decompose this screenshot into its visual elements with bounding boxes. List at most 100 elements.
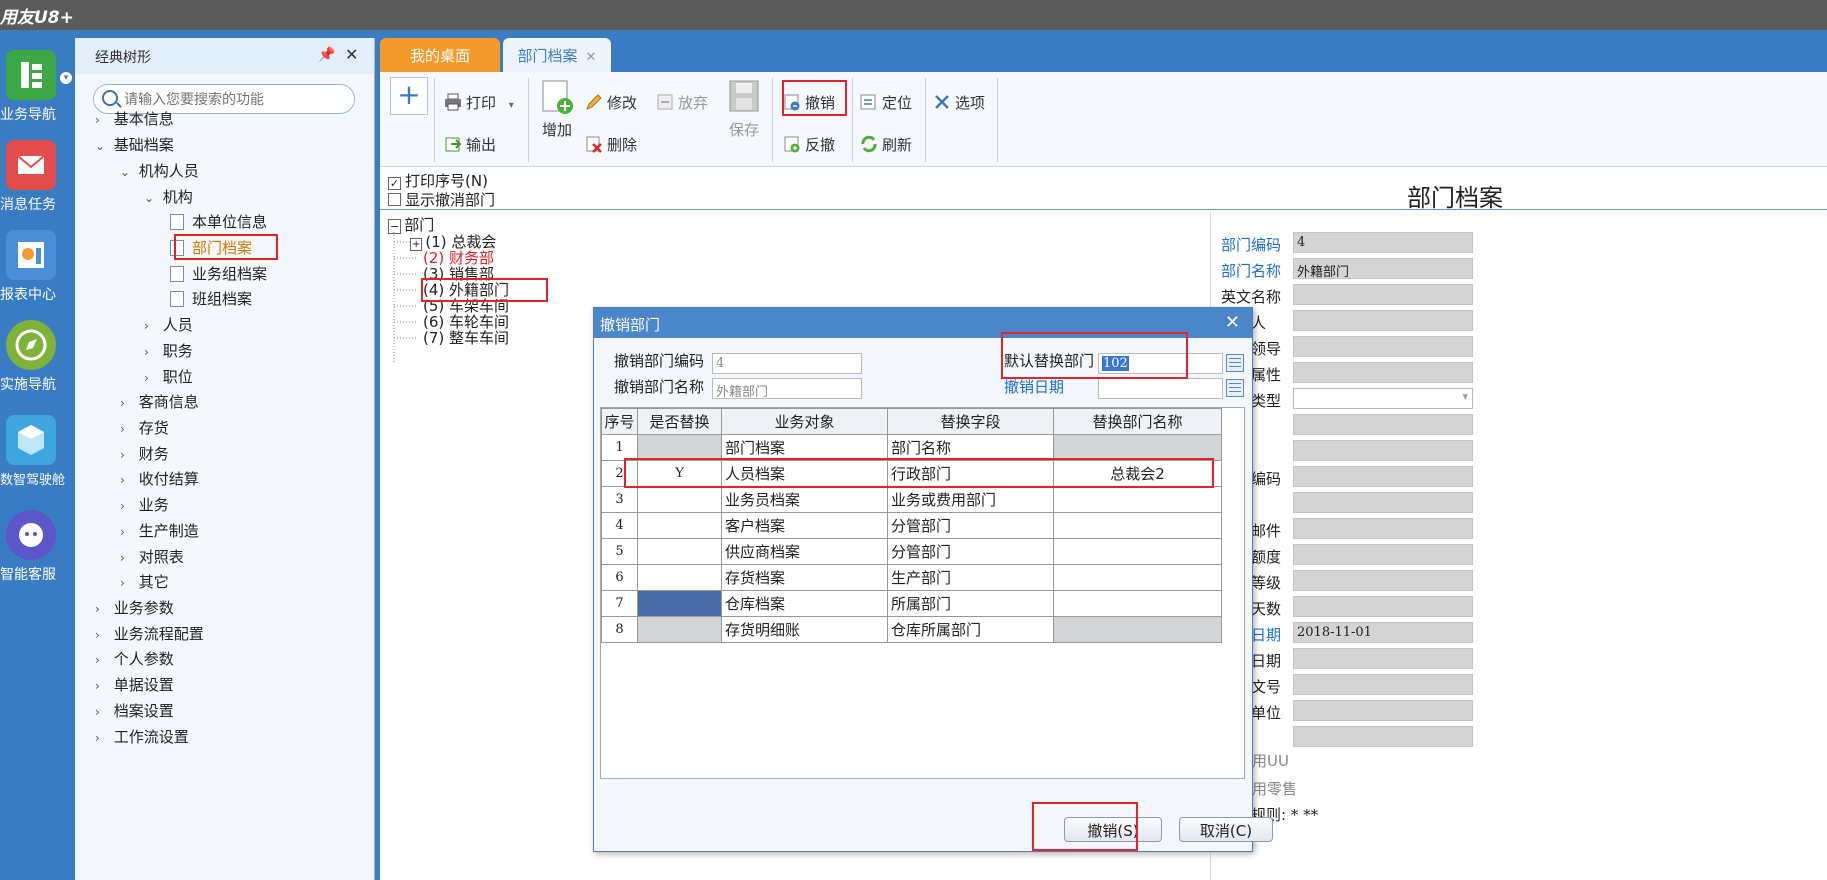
form-field[interactable] xyxy=(1293,440,1473,461)
print-serial-checkbox[interactable]: ✓ 打印序号(N) xyxy=(388,170,488,191)
replace-cell[interactable] xyxy=(637,564,722,591)
replace-dept-cell[interactable] xyxy=(1053,538,1222,565)
form-field[interactable] xyxy=(1293,518,1473,539)
modify-button[interactable]: 修改 xyxy=(585,92,637,113)
form-field[interactable] xyxy=(1293,310,1473,331)
tree-item-workflow[interactable]: › 工作流设置 xyxy=(95,726,189,750)
form-field[interactable] xyxy=(1293,414,1473,435)
tab-dept-archive[interactable]: 部门档案 ✕ xyxy=(503,38,611,72)
locate-button[interactable]: 定位 xyxy=(860,92,912,113)
replace-dept-cell[interactable] xyxy=(1053,590,1222,617)
tree-item-duty[interactable]: › 职务 xyxy=(144,340,193,364)
add-button[interactable]: 增加 xyxy=(538,79,576,140)
close-icon[interactable]: ✕ xyxy=(1225,312,1240,333)
close-icon[interactable]: ✕ xyxy=(345,45,358,64)
tree-item-unit-info[interactable]: 本单位信息 xyxy=(170,211,267,235)
expand-icon[interactable]: + xyxy=(410,238,423,251)
tree-item-business[interactable]: › 业务 xyxy=(120,494,169,518)
replace-cell-selected[interactable] xyxy=(637,590,722,617)
cancel-button[interactable]: 取消(C) xyxy=(1179,817,1273,842)
tab-close-icon[interactable]: ✕ xyxy=(586,50,597,65)
table-row[interactable]: 4 客户档案 分管部门 xyxy=(601,512,1222,539)
print-button[interactable]: 打印 ▾ xyxy=(444,92,514,113)
replace-dept-cell[interactable] xyxy=(1053,616,1222,643)
replace-dept-cell[interactable] xyxy=(1053,564,1222,591)
tree-item-biz-params[interactable]: › 业务参数 xyxy=(95,597,174,621)
table-row[interactable]: 8 存货明细账 仓库所属部门 xyxy=(601,616,1222,643)
dept-node[interactable]: (7) 整车车间 xyxy=(423,327,509,348)
replace-dept-cell[interactable] xyxy=(1053,512,1222,539)
delete-button[interactable]: 删除 xyxy=(585,134,637,155)
tree-item-basic-archive[interactable]: ⌄ 基础档案 xyxy=(95,134,174,158)
replace-cell[interactable] xyxy=(637,512,722,539)
tree-item-personal-params[interactable]: › 个人参数 xyxy=(95,648,174,672)
form-field[interactable] xyxy=(1293,544,1473,565)
tree-item-bizgroup[interactable]: 业务组档案 xyxy=(170,263,267,287)
tree-item-org-staff[interactable]: ⌄ 机构人员 xyxy=(120,160,199,184)
tree-item-settlement[interactable]: › 收付结算 xyxy=(120,468,199,492)
revoke-name-field[interactable]: 外籍部门 xyxy=(712,378,862,399)
unrevoke-button[interactable]: 反撤 xyxy=(783,134,835,155)
column-header[interactable]: 替换字段 xyxy=(887,408,1054,435)
dept-type-select[interactable] xyxy=(1293,388,1473,409)
form-field[interactable] xyxy=(1293,492,1473,513)
replace-cell[interactable] xyxy=(637,538,722,565)
tree-item-inventory[interactable]: › 存货 xyxy=(120,417,169,441)
form-field[interactable] xyxy=(1293,674,1473,695)
form-field[interactable] xyxy=(1293,596,1473,617)
tree-item-team[interactable]: 班组档案 xyxy=(170,288,252,312)
replace-dept-cell[interactable] xyxy=(1053,434,1222,461)
tree-item-finance[interactable]: › 财务 xyxy=(120,443,169,467)
form-field[interactable] xyxy=(1293,700,1473,721)
table-row[interactable]: 3 业务员档案 业务或费用部门 xyxy=(601,486,1222,513)
replace-dept-cell[interactable] xyxy=(1053,486,1222,513)
tree-item-other[interactable]: › 其它 xyxy=(120,571,169,595)
tree-item-flow-config[interactable]: › 业务流程配置 xyxy=(95,623,204,647)
tree-item-manufacture[interactable]: › 生产制造 xyxy=(120,520,199,544)
form-field[interactable]: 外籍部门 xyxy=(1293,258,1473,279)
nav-dropdown-icon[interactable]: ▾ xyxy=(60,72,72,84)
column-header[interactable]: 是否替换 xyxy=(637,408,722,435)
chevron-down-icon[interactable]: ▾ xyxy=(509,100,514,111)
replace-cell[interactable] xyxy=(637,434,722,461)
table-row[interactable]: 5 供应商档案 分管部门 xyxy=(601,538,1222,565)
pin-icon[interactable]: 📌 xyxy=(318,47,335,63)
replace-cell[interactable] xyxy=(637,486,722,513)
tree-item-position[interactable]: › 职位 xyxy=(144,366,193,390)
column-header[interactable]: 序号 xyxy=(601,408,638,435)
form-field[interactable] xyxy=(1293,362,1473,383)
tree-item-merchant[interactable]: › 客商信息 xyxy=(120,391,199,415)
reference-icon[interactable] xyxy=(1226,354,1244,372)
save-button[interactable]: 保存 xyxy=(725,79,763,140)
form-field[interactable]: 2018-11-01 xyxy=(1293,622,1473,643)
form-field[interactable] xyxy=(1293,336,1473,357)
tree-item-archive-settings[interactable]: › 档案设置 xyxy=(95,700,174,724)
tree-item-basic-info[interactable]: › 基本信息 xyxy=(95,108,174,132)
tree-item-staff[interactable]: › 人员 xyxy=(144,314,193,338)
form-field[interactable] xyxy=(1293,570,1473,591)
form-field[interactable] xyxy=(1293,466,1473,487)
export-button[interactable]: 输出 xyxy=(444,134,496,155)
form-field[interactable]: 4 xyxy=(1293,232,1473,253)
calendar-icon[interactable] xyxy=(1226,379,1244,397)
new-plus-button[interactable]: + xyxy=(390,77,428,115)
search-input[interactable] xyxy=(124,90,346,109)
revoke-code-field[interactable]: 4 xyxy=(712,353,862,374)
table-row[interactable]: 7 仓库档案 所属部门 xyxy=(601,590,1222,617)
replace-cell[interactable] xyxy=(637,616,722,643)
revoke-date-field[interactable] xyxy=(1098,378,1223,399)
form-field[interactable] xyxy=(1293,648,1473,669)
tree-item-doc-settings[interactable]: › 单据设置 xyxy=(95,674,174,698)
tree-item-org[interactable]: ⌄ 机构 xyxy=(144,186,193,210)
discard-button[interactable]: 放弃 xyxy=(656,92,708,113)
tab-home[interactable]: 我的桌面 xyxy=(380,38,500,72)
table-row[interactable]: 6 存货档案 生产部门 xyxy=(601,564,1222,591)
tree-item-mapping[interactable]: › 对照表 xyxy=(120,546,184,570)
column-header[interactable]: 替换部门名称 xyxy=(1053,408,1222,435)
options-button[interactable]: 选项 xyxy=(933,92,985,113)
show-revoked-checkbox[interactable]: 显示撤消部门 xyxy=(388,189,495,210)
form-field[interactable] xyxy=(1293,726,1473,747)
column-header[interactable]: 业务对象 xyxy=(721,408,888,435)
form-field[interactable] xyxy=(1293,284,1473,305)
refresh-button[interactable]: 刷新 xyxy=(860,134,912,155)
